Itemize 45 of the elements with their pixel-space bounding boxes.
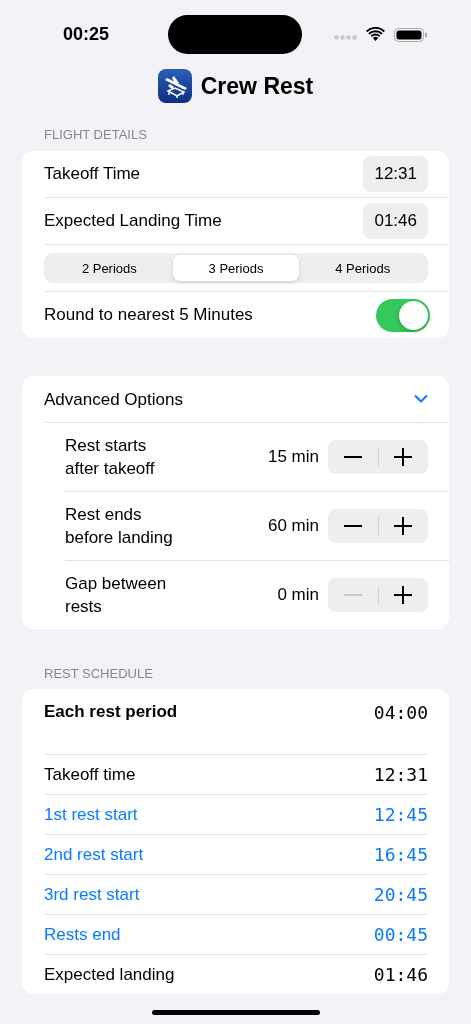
- schedule-time: 00:45: [373, 924, 428, 945]
- segment-tab[interactable]: 4 Periods: [299, 255, 426, 281]
- app-title: Crew Rest: [200, 72, 314, 100]
- segment-tab[interactable]: 3 Periods: [172, 255, 300, 281]
- schedule-time: 01:46: [373, 964, 428, 985]
- schedule-time: 12:31: [373, 764, 428, 785]
- time-field[interactable]: 01:46: [363, 203, 428, 239]
- status-time: 00:25: [63, 24, 110, 45]
- field-label: Takeoff Time: [44, 164, 142, 184]
- battery-icon: [394, 28, 428, 42]
- toggle-label: Round to nearest 5 Minutes: [44, 305, 254, 325]
- stepper-label: Gap between rests: [65, 573, 168, 618]
- stepper-value: 15 min: [267, 447, 319, 467]
- segment-tab[interactable]: 2 Periods: [46, 255, 173, 281]
- wifi-icon: [366, 27, 385, 41]
- signal-icon: [334, 35, 358, 40]
- plus-icon: [394, 586, 413, 604]
- section-header: REST SCHEDULE: [44, 666, 154, 682]
- stepper-value: 0 min: [277, 585, 319, 605]
- minus-icon: [343, 594, 362, 596]
- schedule-label: Rests end: [44, 924, 122, 945]
- chevron-down-icon[interactable]: [414, 394, 428, 404]
- schedule-label: 3rd rest start: [44, 884, 141, 905]
- plus-icon: [394, 448, 413, 466]
- schedule-label: Takeoff time: [44, 764, 137, 785]
- stepper-label: Rest ends before landing: [65, 504, 174, 549]
- time-field[interactable]: 12:31: [363, 156, 428, 192]
- schedule-time: 20:45: [373, 884, 428, 905]
- app-icon: [157, 69, 192, 103]
- section-header: FLIGHT DETAILS: [44, 127, 148, 143]
- summary-value: 04:00: [373, 702, 428, 723]
- field-label: Expected Landing Time: [44, 211, 223, 231]
- plus-icon: [394, 517, 413, 535]
- minus-icon: [343, 525, 362, 527]
- schedule-label: Expected landing: [44, 964, 176, 985]
- schedule-time: 16:45: [373, 844, 428, 865]
- section-title: Advanced Options: [44, 388, 184, 411]
- schedule-label: 2nd rest start: [44, 844, 145, 865]
- schedule-label: 1st rest start: [44, 804, 139, 825]
- stepper-label: Rest starts after takeoff: [65, 435, 156, 480]
- schedule-time: 12:45: [373, 804, 428, 825]
- stepper-value: 60 min: [267, 516, 319, 536]
- summary-label: Each rest period: [44, 702, 179, 722]
- minus-icon: [343, 456, 362, 458]
- toggle-switch[interactable]: [376, 298, 430, 332]
